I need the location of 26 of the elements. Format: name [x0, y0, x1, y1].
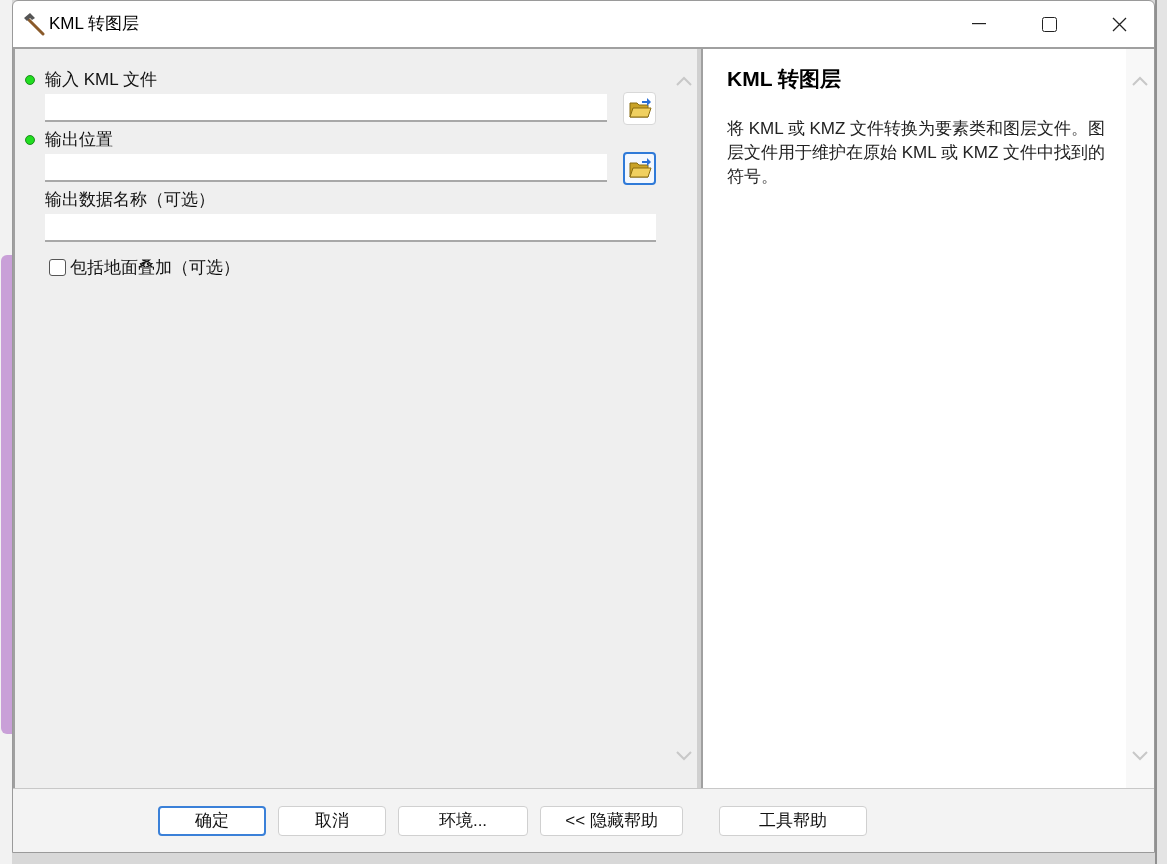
- dialog-button[interactable]: 工具帮助: [719, 805, 867, 836]
- folder-icon: [627, 97, 652, 119]
- field-label: 输出位置: [45, 129, 113, 152]
- input-field[interactable]: [45, 94, 607, 122]
- scroll-down-icon[interactable]: [674, 750, 693, 762]
- scroll-up-icon[interactable]: [1131, 75, 1149, 87]
- dialog-button[interactable]: 环境...: [398, 805, 528, 836]
- dialog-button[interactable]: 取消: [278, 805, 386, 836]
- field-label: 输入 KML 文件: [45, 69, 157, 92]
- input-field[interactable]: [45, 154, 607, 182]
- field-label: 输出数据名称（可选）: [45, 189, 215, 212]
- dialog-button[interactable]: << 隐藏帮助: [540, 805, 683, 836]
- browse-button[interactable]: [623, 151, 656, 185]
- window-title: KML 转图层: [49, 13, 140, 36]
- help-title: KML 转图层: [727, 66, 842, 92]
- scroll-down-icon[interactable]: [1131, 750, 1149, 762]
- input-field[interactable]: [45, 214, 656, 242]
- minimize-icon: [972, 23, 986, 25]
- dialog-button[interactable]: 确定: [158, 805, 266, 836]
- maximize-icon: [1041, 16, 1057, 32]
- help-text: 将 KML 或 KMZ 文件转换为要素类和图层文件。图层文件用于维护在原始 KML 或 KMZ 文件中找到的符号。: [727, 117, 1107, 188]
- checkbox[interactable]: [49, 259, 66, 277]
- folder-icon: [627, 157, 652, 179]
- close-icon: [1111, 16, 1127, 32]
- scroll-up-icon[interactable]: [674, 75, 693, 87]
- checkbox-label: 包括地面叠加（可选）: [70, 257, 240, 279]
